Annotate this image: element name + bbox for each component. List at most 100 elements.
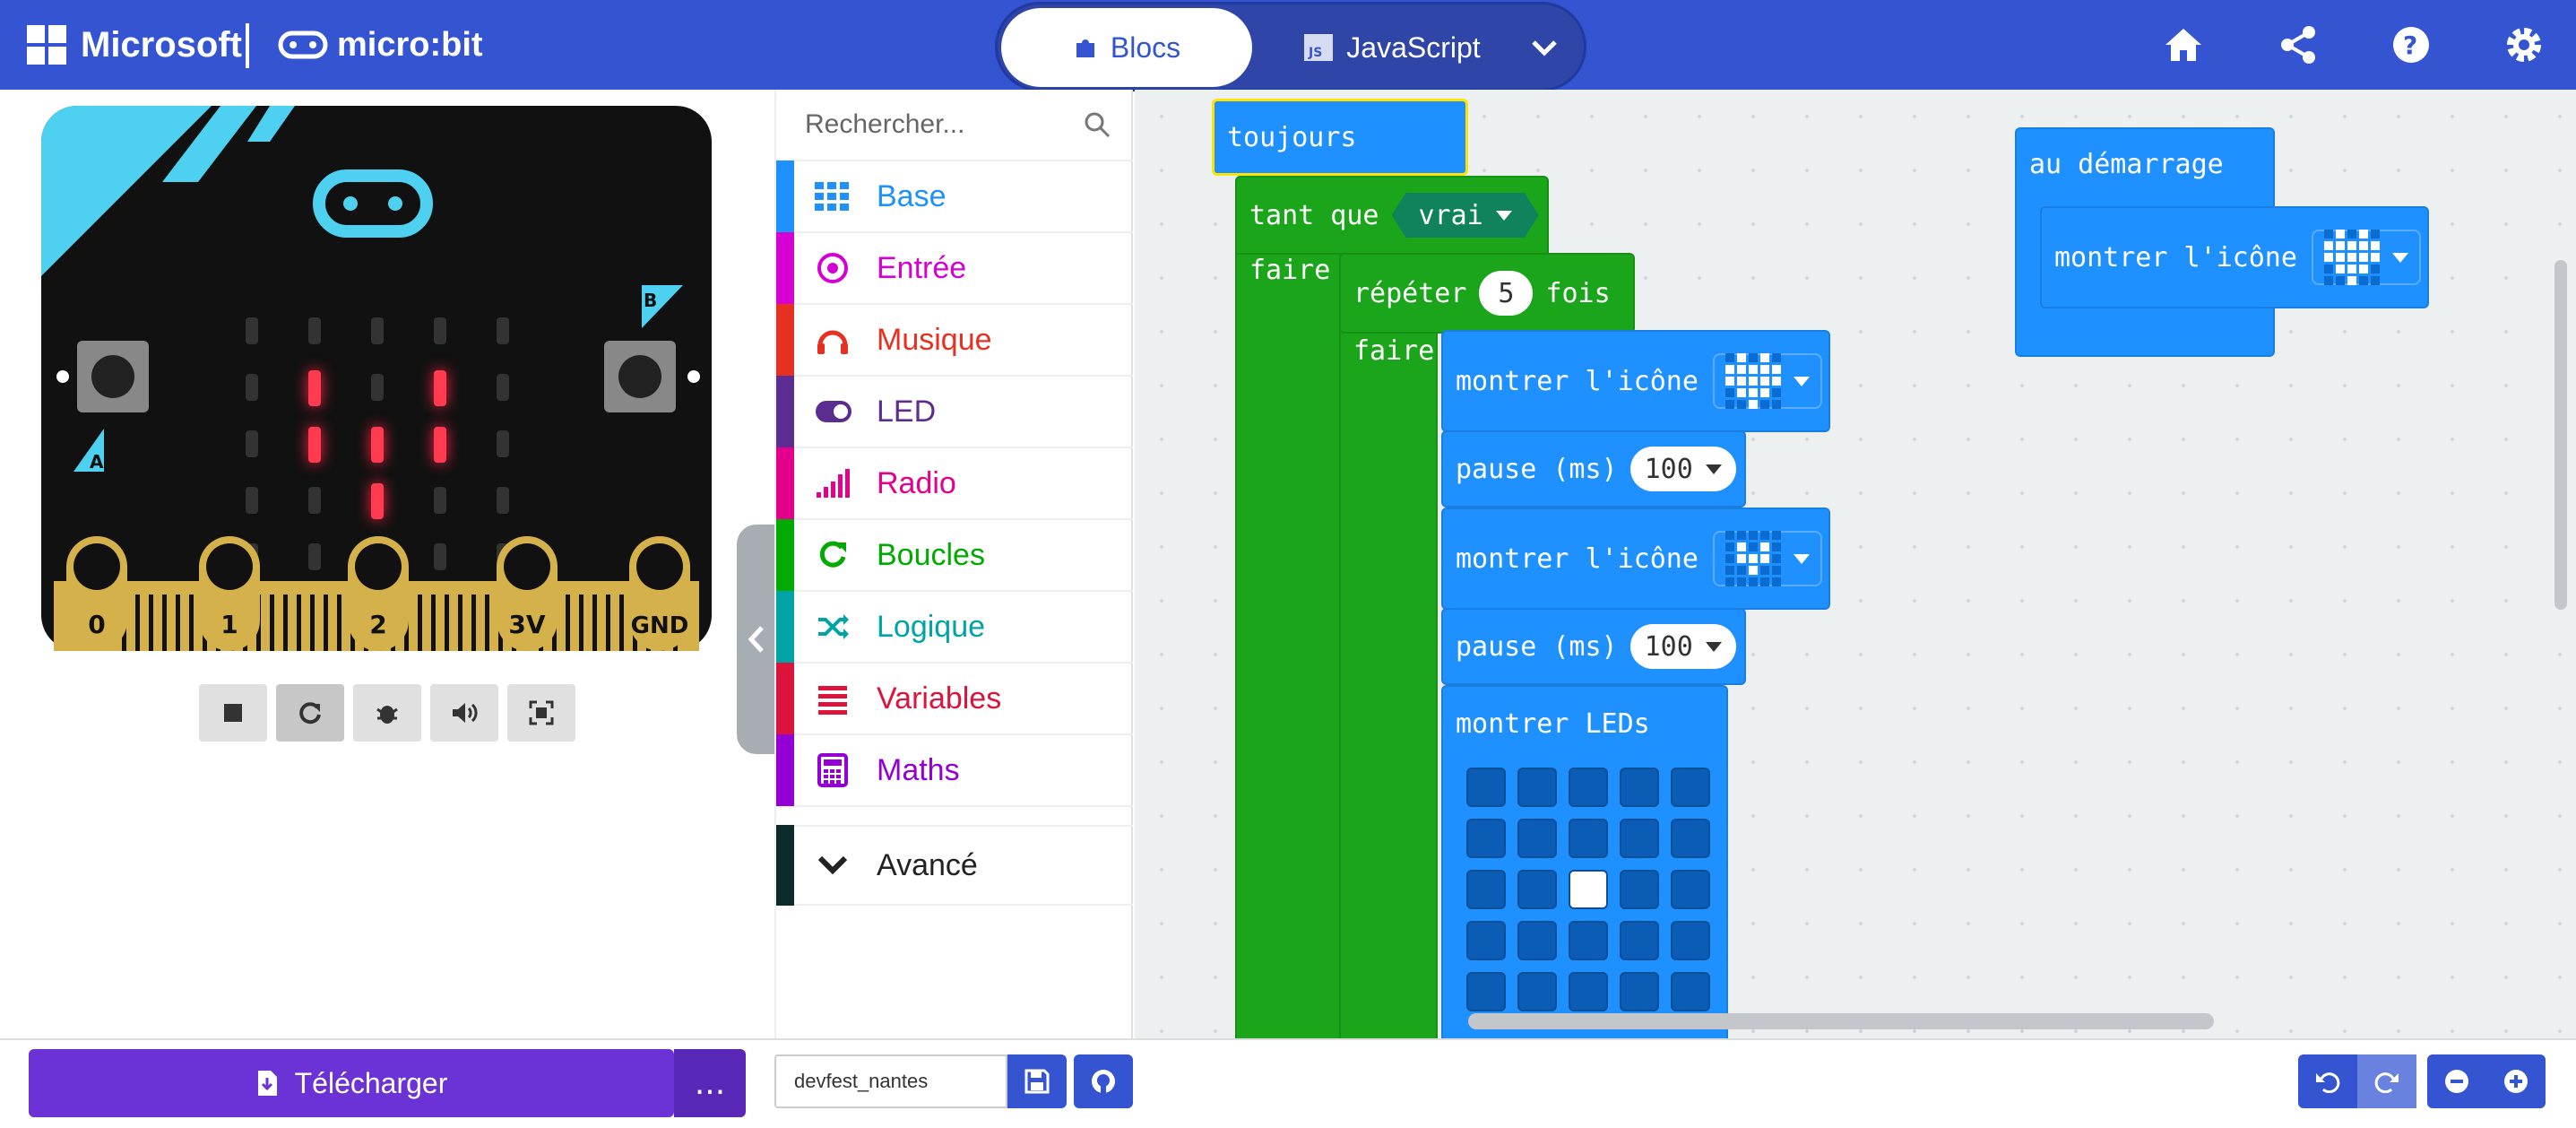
show-icon-label: montrer l'icône [1456,365,1699,397]
fullscreen-button[interactable] [507,684,575,742]
editor-dropdown[interactable] [1508,8,1580,87]
led-lit [371,427,384,463]
tab-blocks[interactable]: Blocs [1001,8,1252,87]
stop-button[interactable] [199,684,267,742]
led-cell[interactable] [1569,768,1608,807]
collapse-simulator-button[interactable] [737,525,776,754]
category-boucles[interactable]: Boucles [776,519,1133,592]
redo-button[interactable] [2357,1054,2416,1108]
category-radio[interactable]: Radio [776,447,1133,520]
led-cell[interactable] [1671,819,1710,858]
repeat-count-input[interactable]: 5 [1479,271,1534,316]
settings-button[interactable] [2499,20,2549,70]
mute-button[interactable] [430,684,498,742]
save-button[interactable] [1007,1054,1067,1108]
vertical-scrollbar[interactable] [2554,260,2567,610]
category-logique[interactable]: Logique [776,591,1133,664]
calculator-icon [814,751,851,789]
microbit-logo[interactable]: micro:bit [278,0,483,90]
led-cell[interactable] [1569,870,1608,909]
category-advanced[interactable]: Avancé [776,825,1133,906]
led-cell[interactable] [1620,768,1659,807]
led-cell[interactable] [1466,768,1506,807]
led-cell[interactable] [1620,819,1659,858]
help-button[interactable]: ? [2386,20,2436,70]
category-variables[interactable]: Variables [776,663,1133,735]
icon-picker[interactable] [1712,531,1822,586]
tab-javascript[interactable]: JS JavaScript [1284,8,1500,87]
led-editor-grid[interactable] [1466,768,1710,1011]
project-name-input[interactable]: devfest_nantes [774,1054,1007,1108]
download-button[interactable]: Télécharger [29,1049,674,1117]
pin-3v[interactable]: 3V [497,536,558,651]
pause-block[interactable]: pause (ms) 100 [1441,430,1746,508]
blocks-workspace[interactable]: toujours tant que vrai faire répéter 5 f… [1135,90,2576,1038]
download-more-button[interactable]: ... [674,1049,746,1117]
led-cell[interactable] [1517,972,1557,1011]
microbit-board[interactable]: A B 0 1 2 3V GND [41,106,712,651]
led-cell[interactable] [1466,972,1506,1011]
category-base[interactable]: Base [776,161,1133,233]
category-maths[interactable]: Maths [776,734,1133,807]
zoom-out-button[interactable] [2427,1054,2486,1108]
led-cell[interactable] [1620,972,1659,1011]
show-icon-block[interactable]: montrer l'icône [1441,330,1830,432]
edge-connector-strip [270,594,274,651]
microsoft-label: Microsoft [81,24,242,65]
category-entrée[interactable]: Entrée [776,232,1133,305]
led-cell[interactable] [1569,972,1608,1011]
undo-button[interactable] [2298,1054,2357,1108]
category-musique[interactable]: Musique [776,304,1133,377]
led-cell[interactable] [1620,921,1659,960]
category-label: Entrée [877,250,967,285]
home-button[interactable] [2158,20,2209,70]
search-input[interactable]: Rechercher... [805,109,1083,140]
led-cell[interactable] [1671,870,1710,909]
horizontal-scrollbar[interactable] [1468,1013,2214,1029]
show-icon-block[interactable]: montrer l'icône [1441,508,1830,610]
icon-pixel [1725,365,1734,374]
top-bar: Microsoft micro:bit Blocs JS JavaScript … [0,0,2576,91]
zoom-in-button[interactable] [2486,1054,2546,1108]
pin-2[interactable]: 2 [348,536,409,651]
while-block[interactable]: tant que vrai [1235,176,1549,255]
toolbox-search[interactable]: Rechercher... [776,90,1133,161]
while-condition[interactable]: vrai [1392,193,1539,238]
restart-button[interactable] [276,684,344,742]
led-cell[interactable] [1466,819,1506,858]
led-cell[interactable] [1569,921,1608,960]
pause-block[interactable]: pause (ms) 100 [1441,608,1746,685]
pin-0[interactable]: 0 [66,536,127,651]
repeat-block[interactable]: répéter 5 fois [1339,253,1635,334]
edge-connector-strip [431,594,436,651]
led-cell[interactable] [1466,921,1506,960]
icon-picker[interactable] [1712,353,1822,409]
microsoft-logo[interactable]: Microsoft [27,0,242,90]
led-cell[interactable] [1671,768,1710,807]
debug-button[interactable] [353,684,421,742]
led-cell[interactable] [1517,768,1557,807]
category-led[interactable]: LED [776,376,1133,448]
icon-pixel [1771,531,1781,540]
share-button[interactable] [2273,20,2323,70]
github-button[interactable] [1074,1054,1133,1108]
icon-picker[interactable] [2311,230,2421,285]
pause-value-dropdown[interactable]: 100 [1629,624,1736,669]
led-cell[interactable] [1569,819,1608,858]
led-cell[interactable] [1466,870,1506,909]
forever-block[interactable]: toujours [1212,99,1468,176]
show-icon-label: montrer l'icône [2054,241,2297,273]
show-icon-block[interactable]: montrer l'icône [2040,206,2429,308]
led-cell[interactable] [1517,921,1557,960]
pause-value-dropdown[interactable]: 100 [1629,447,1736,491]
pin-gnd[interactable]: GND [629,536,690,651]
led-cell[interactable] [1671,921,1710,960]
led-cell[interactable] [1517,819,1557,858]
led-cell[interactable] [1671,972,1710,1011]
while-block-body[interactable] [1235,176,1343,1038]
led-cell[interactable] [1517,870,1557,909]
led-cell[interactable] [1620,870,1659,909]
pin-1[interactable]: 1 [199,536,260,651]
led-lit [434,370,446,406]
category-label: Boucles [877,537,985,572]
